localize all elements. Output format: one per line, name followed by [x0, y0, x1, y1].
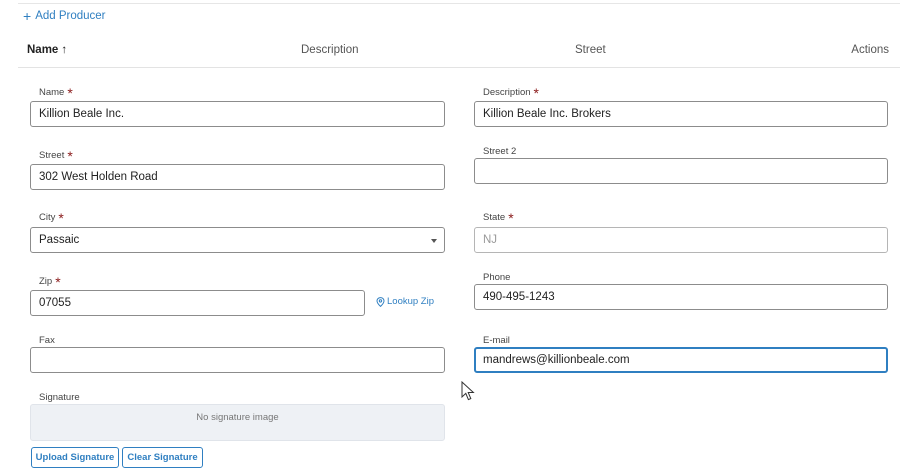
state-input[interactable]: NJ	[474, 227, 888, 253]
state-label-text: State	[483, 212, 506, 223]
street-label: Street *	[39, 148, 73, 164]
zip-input[interactable]: 07055	[30, 290, 365, 316]
city-label-text: City	[39, 212, 56, 223]
street-label-text: Street	[39, 150, 65, 161]
sort-ascending-icon: ↑	[61, 44, 68, 56]
plus-icon: +	[23, 8, 32, 24]
name-input[interactable]: Killion Beale Inc.	[30, 101, 445, 127]
zip-label: Zip *	[39, 274, 61, 290]
phone-input[interactable]: 490-495-1243	[474, 284, 888, 310]
city-label: City *	[39, 210, 64, 226]
column-header-street[interactable]: Street	[575, 44, 606, 56]
city-select[interactable]: Passaic	[30, 227, 445, 253]
signature-label: Signature	[39, 392, 80, 403]
description-label-text: Description	[483, 87, 531, 98]
name-label: Name *	[39, 85, 73, 101]
state-label: State *	[483, 210, 514, 226]
add-producer-button[interactable]: + Add Producer	[23, 8, 106, 24]
street2-label: Street 2	[483, 146, 517, 157]
top-divider	[18, 3, 900, 4]
column-header-description[interactable]: Description	[301, 44, 359, 56]
signature-preview: No signature image	[30, 404, 445, 441]
lookup-zip-label: Lookup Zip	[387, 296, 435, 307]
fax-label: Fax	[39, 335, 55, 346]
table-header: Name ↑ Description Street Actions	[18, 36, 900, 68]
street-input[interactable]: 302 West Holden Road	[30, 164, 445, 190]
email-label: E-mail	[483, 335, 510, 346]
fax-input[interactable]	[30, 347, 445, 373]
email-input[interactable]: mandrews@killionbeale.com	[474, 347, 888, 373]
add-producer-label: Add Producer	[35, 10, 106, 22]
signature-empty-text: No signature image	[196, 412, 279, 423]
zip-label-text: Zip	[39, 276, 53, 287]
description-input[interactable]: Killion Beale Inc. Brokers	[474, 101, 888, 127]
required-marker: *	[67, 85, 73, 101]
name-label-text: Name	[39, 87, 65, 98]
city-select-value: Passaic	[39, 234, 80, 246]
column-header-actions: Actions	[851, 44, 889, 56]
clear-signature-button[interactable]: Clear Signature	[122, 447, 203, 468]
caret-down-icon	[431, 239, 437, 243]
phone-label: Phone	[483, 272, 511, 283]
required-marker: *	[508, 210, 514, 226]
required-marker: *	[58, 210, 64, 226]
required-marker: *	[67, 148, 73, 164]
upload-signature-button[interactable]: Upload Signature	[31, 447, 119, 468]
street2-input[interactable]	[474, 158, 888, 184]
required-marker: *	[55, 274, 61, 290]
column-header-name[interactable]: Name ↑	[27, 44, 67, 56]
required-marker: *	[533, 85, 539, 101]
column-name-label: Name	[27, 44, 59, 56]
map-pin-icon	[376, 296, 385, 307]
mouse-pointer-icon	[461, 381, 475, 401]
description-label: Description *	[483, 85, 539, 101]
lookup-zip-link[interactable]: Lookup Zip	[376, 296, 434, 307]
